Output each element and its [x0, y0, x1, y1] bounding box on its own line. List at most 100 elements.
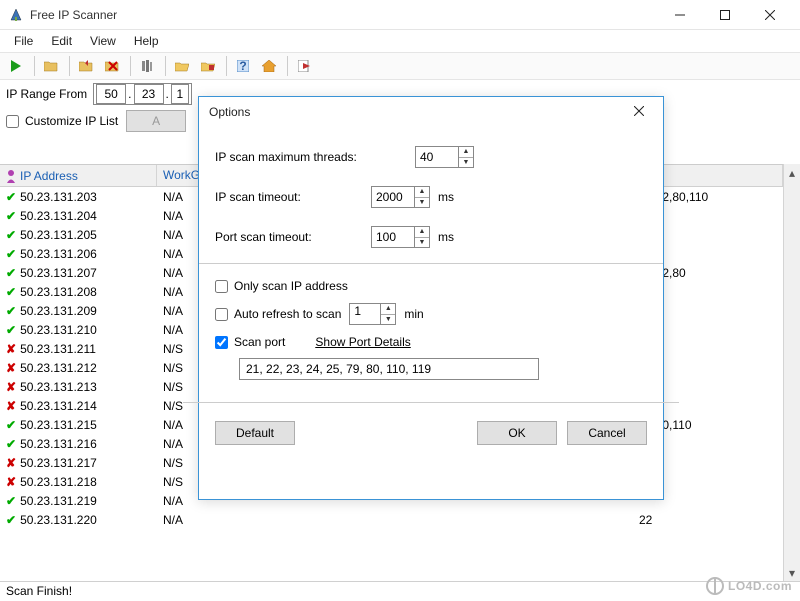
- cross-icon: ✘: [6, 399, 16, 413]
- menu-file[interactable]: File: [6, 32, 41, 50]
- titlebar: Free IP Scanner: [0, 0, 800, 30]
- col-ip[interactable]: IP Address: [0, 165, 157, 186]
- menu-bar: File Edit View Help: [0, 30, 800, 52]
- lock-folder-icon[interactable]: [196, 55, 220, 77]
- ok-button[interactable]: OK: [477, 421, 557, 445]
- cell-ip: ✔50.23.131.204: [0, 209, 157, 223]
- auto-refresh-spinner[interactable]: ▲▼: [349, 303, 396, 325]
- max-threads-input[interactable]: [416, 147, 458, 167]
- cross-icon: ✘: [6, 380, 16, 394]
- cell-ip: ✔50.23.131.210: [0, 323, 157, 337]
- svg-text:?: ?: [239, 60, 246, 72]
- auto-refresh-input[interactable]: [350, 304, 380, 317]
- ports-input[interactable]: [239, 358, 539, 380]
- cell-ip: ✔50.23.131.203: [0, 190, 157, 204]
- cross-icon: ✘: [6, 361, 16, 375]
- person-icon: [6, 169, 16, 183]
- vertical-scrollbar[interactable]: ▴ ▾: [783, 164, 800, 581]
- toolbar: ?: [0, 52, 800, 80]
- min-label: min: [404, 307, 423, 321]
- tools-icon[interactable]: [135, 55, 159, 77]
- ip-from-input[interactable]: . .: [93, 83, 192, 105]
- max-threads-label: IP scan maximum threads:: [215, 150, 363, 164]
- table-row[interactable]: ✔50.23.131.220N/A 22: [0, 510, 783, 529]
- cross-icon: ✘: [6, 456, 16, 470]
- cell-ip: ✔50.23.131.205: [0, 228, 157, 242]
- customize-button[interactable]: A: [126, 110, 186, 132]
- dialog-title: Options: [209, 105, 625, 119]
- check-icon: ✔: [6, 418, 16, 432]
- ip-oct1[interactable]: [96, 84, 126, 104]
- spin-down-icon[interactable]: ▼: [459, 158, 473, 168]
- cell-ip: ✔50.23.131.206: [0, 247, 157, 261]
- cancel-button[interactable]: Cancel: [567, 421, 647, 445]
- check-icon: ✔: [6, 228, 16, 242]
- home-icon[interactable]: [257, 55, 281, 77]
- ip-oct2[interactable]: [134, 84, 164, 104]
- ip-timeout-label: IP scan timeout:: [215, 190, 363, 204]
- port-timeout-spinner[interactable]: ▲▼: [371, 226, 430, 248]
- show-port-details-link[interactable]: Show Port Details: [315, 335, 410, 349]
- options-dialog: Options IP scan maximum threads: ▲▼ IP s…: [198, 96, 664, 500]
- port-timeout-input[interactable]: [372, 227, 414, 247]
- check-icon: ✔: [6, 513, 16, 527]
- cell-ip: ✔50.23.131.208: [0, 285, 157, 299]
- ip-oct3[interactable]: [171, 84, 189, 104]
- save-as-icon[interactable]: [74, 55, 98, 77]
- port-timeout-label: Port scan timeout:: [215, 230, 363, 244]
- cell-ip: ✔50.23.131.219: [0, 494, 157, 508]
- cell-ip: ✘50.23.131.213: [0, 380, 157, 394]
- ms-label: ms: [438, 190, 454, 204]
- folder-open-icon[interactable]: [170, 55, 194, 77]
- menu-edit[interactable]: Edit: [43, 32, 80, 50]
- open-icon[interactable]: [39, 55, 63, 77]
- cell-port: 22: [633, 513, 783, 527]
- status-bar: Scan Finish!: [0, 581, 800, 601]
- check-icon: ✔: [6, 285, 16, 299]
- ip-timeout-spinner[interactable]: ▲▼: [371, 186, 430, 208]
- default-button[interactable]: Default: [215, 421, 295, 445]
- check-icon: ✔: [6, 437, 16, 451]
- check-icon: ✔: [6, 304, 16, 318]
- exit-icon[interactable]: [292, 55, 316, 77]
- cell-workgroup: N/A: [157, 513, 225, 527]
- dialog-close-button[interactable]: [625, 105, 653, 119]
- close-button[interactable]: [747, 1, 792, 29]
- auto-refresh-checkbox[interactable]: Auto refresh to scan: [215, 307, 341, 321]
- delete-file-icon[interactable]: [100, 55, 124, 77]
- help-icon[interactable]: ?: [231, 55, 255, 77]
- cell-ip: ✔50.23.131.207: [0, 266, 157, 280]
- cross-icon: ✘: [6, 342, 16, 356]
- cell-ip: ✘50.23.131.214: [0, 399, 157, 413]
- cell-ip: ✔50.23.131.215: [0, 418, 157, 432]
- max-threads-spinner[interactable]: ▲▼: [415, 146, 474, 168]
- globe-icon: [706, 577, 724, 595]
- scan-port-checkbox[interactable]: Scan port: [215, 335, 285, 349]
- window-title: Free IP Scanner: [30, 8, 657, 22]
- menu-help[interactable]: Help: [126, 32, 167, 50]
- check-icon: ✔: [6, 247, 16, 261]
- spin-up-icon[interactable]: ▲: [459, 147, 473, 158]
- maximize-button[interactable]: [702, 1, 747, 29]
- scroll-up-icon[interactable]: ▴: [784, 164, 800, 181]
- cell-ip: ✔50.23.131.209: [0, 304, 157, 318]
- only-scan-ip-checkbox[interactable]: Only scan IP address: [215, 272, 647, 300]
- check-icon: ✔: [6, 266, 16, 280]
- menu-view[interactable]: View: [82, 32, 124, 50]
- cell-ip: ✘50.23.131.217: [0, 456, 157, 470]
- watermark: LO4D.com: [706, 577, 792, 595]
- cell-ip: ✘50.23.131.212: [0, 361, 157, 375]
- minimize-button[interactable]: [657, 1, 702, 29]
- check-icon: ✔: [6, 323, 16, 337]
- ip-range-label: IP Range From: [6, 87, 87, 101]
- cell-ip: ✘50.23.131.218: [0, 475, 157, 489]
- check-icon: ✔: [6, 209, 16, 223]
- check-icon: ✔: [6, 190, 16, 204]
- cell-ip: ✔50.23.131.220: [0, 513, 157, 527]
- ip-timeout-input[interactable]: [372, 187, 414, 207]
- customize-ip-checkbox[interactable]: Customize IP List: [6, 107, 118, 135]
- app-icon: [8, 7, 24, 23]
- cell-ip: ✘50.23.131.211: [0, 342, 157, 356]
- check-icon: ✔: [6, 494, 16, 508]
- play-icon[interactable]: [4, 55, 28, 77]
